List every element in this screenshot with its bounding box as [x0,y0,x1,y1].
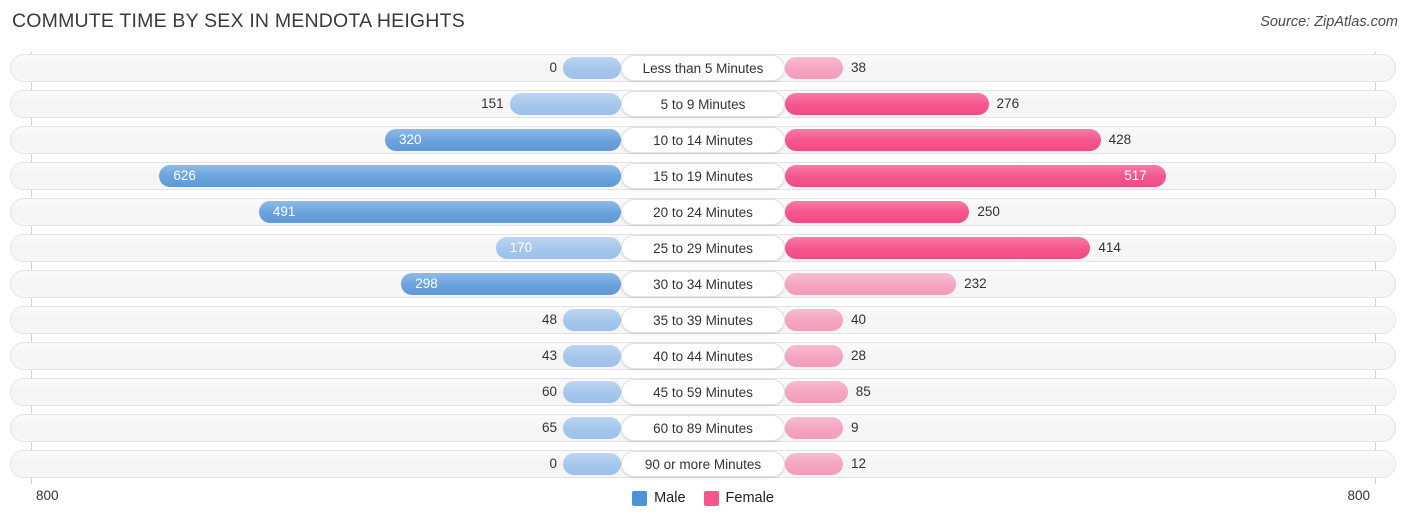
bar-value-male: 170 [509,240,533,255]
bar-male[interactable] [563,345,621,367]
bar-male[interactable] [563,381,621,403]
bar-value-male: 0 [549,60,557,75]
chart-row: 0 12 90 or more Minutes [10,450,1396,478]
bar-value-female: 38 [851,60,867,75]
bar-male[interactable] [563,453,621,475]
chart-row: 48 40 35 to 39 Minutes [10,306,1396,334]
bar-value-female: 28 [851,348,867,363]
bar-value-male: 43 [541,348,557,363]
bar-value-female: 414 [1098,240,1121,255]
chart-row: 65 9 60 to 89 Minutes [10,414,1396,442]
chart-row: 626 517 15 to 19 Minutes [10,162,1396,190]
category-label-pill: 15 to 19 Minutes [621,163,785,189]
page-title: COMMUTE TIME BY SEX IN MENDOTA HEIGHTS [12,10,465,32]
bar-value-male: 626 [173,168,196,183]
legend-label: Female [725,490,774,506]
bar-female[interactable] [785,309,843,331]
bar-value-female: 85 [855,384,871,399]
chart-row: 170 414 25 to 29 Minutes [10,234,1396,262]
bar-female[interactable] [785,273,957,295]
bar-value-male: 0 [549,456,557,471]
legend-item[interactable]: Male [632,490,686,506]
bar-value-female: 517 [1124,168,1147,183]
bar-female[interactable] [785,129,1101,151]
chart-row: 60 85 45 to 59 Minutes [10,378,1396,406]
bar-value-male: 298 [415,276,438,291]
chart-legend: Male Female [0,490,1406,506]
bar-male[interactable] [563,57,621,79]
source-attribution: Source: ZipAtlas.com [1260,14,1398,30]
category-label-pill: 45 to 59 Minutes [621,379,785,405]
chart-row: 298 232 30 to 34 Minutes [10,270,1396,298]
bar-male[interactable] [509,93,621,115]
category-label-pill: 30 to 34 Minutes [621,271,785,297]
chart-row: 0 38 Less than 5 Minutes [10,54,1396,82]
bar-male[interactable] [563,309,621,331]
bar-value-female: 276 [996,96,1020,111]
bar-value-male: 320 [399,132,422,147]
bar-male[interactable] [258,201,621,223]
bar-female[interactable] [785,93,989,115]
category-label-pill: 5 to 9 Minutes [621,91,785,117]
chart-row: 320 428 10 to 14 Minutes [10,126,1396,154]
chart-plot-area: 0 38 Less than 5 Minutes 151 276 5 to 9 Minut… [0,52,1406,484]
bar-female[interactable] [785,381,848,403]
category-label-pill: 90 or more Minutes [621,451,785,477]
bar-value-female: 250 [977,204,1000,219]
bar-female[interactable] [785,453,843,475]
category-label-pill: 40 to 44 Minutes [621,343,785,369]
bar-female[interactable] [785,237,1091,259]
bar-value-female: 40 [851,312,867,327]
bar-female[interactable] [785,417,843,439]
bar-female[interactable] [785,201,970,223]
chart-footer: 800 800 Male Female [0,484,1406,523]
chart-row: 151 276 5 to 9 Minutes [10,90,1396,118]
legend-swatch [703,490,719,506]
bar-female[interactable] [785,57,843,79]
bar-value-male: 151 [481,96,504,111]
chart-row: 491 250 20 to 24 Minutes [10,198,1396,226]
bar-value-male: 491 [272,204,296,219]
bar-value-male: 48 [541,312,557,327]
bar-value-female: 428 [1108,132,1132,147]
legend-label: Male [654,490,686,506]
category-label-pill: 20 to 24 Minutes [621,199,785,225]
bar-male[interactable] [159,165,621,187]
legend-swatch [632,490,648,506]
bar-female[interactable] [785,165,1167,187]
bar-female[interactable] [785,345,843,367]
category-label-pill: 10 to 14 Minutes [621,127,785,153]
bar-value-male: 60 [541,384,557,399]
chart-row: 43 28 40 to 44 Minutes [10,342,1396,370]
category-label-pill: 35 to 39 Minutes [621,307,785,333]
category-label-pill: Less than 5 Minutes [621,55,785,81]
bar-value-female: 232 [964,276,987,291]
bar-value-female: 12 [851,456,867,471]
bar-male[interactable] [563,417,621,439]
bar-value-male: 65 [541,420,557,435]
legend-item[interactable]: Female [703,490,774,506]
category-label-pill: 25 to 29 Minutes [621,235,785,261]
bar-value-female: 9 [851,420,859,435]
category-label-pill: 60 to 89 Minutes [621,415,785,441]
